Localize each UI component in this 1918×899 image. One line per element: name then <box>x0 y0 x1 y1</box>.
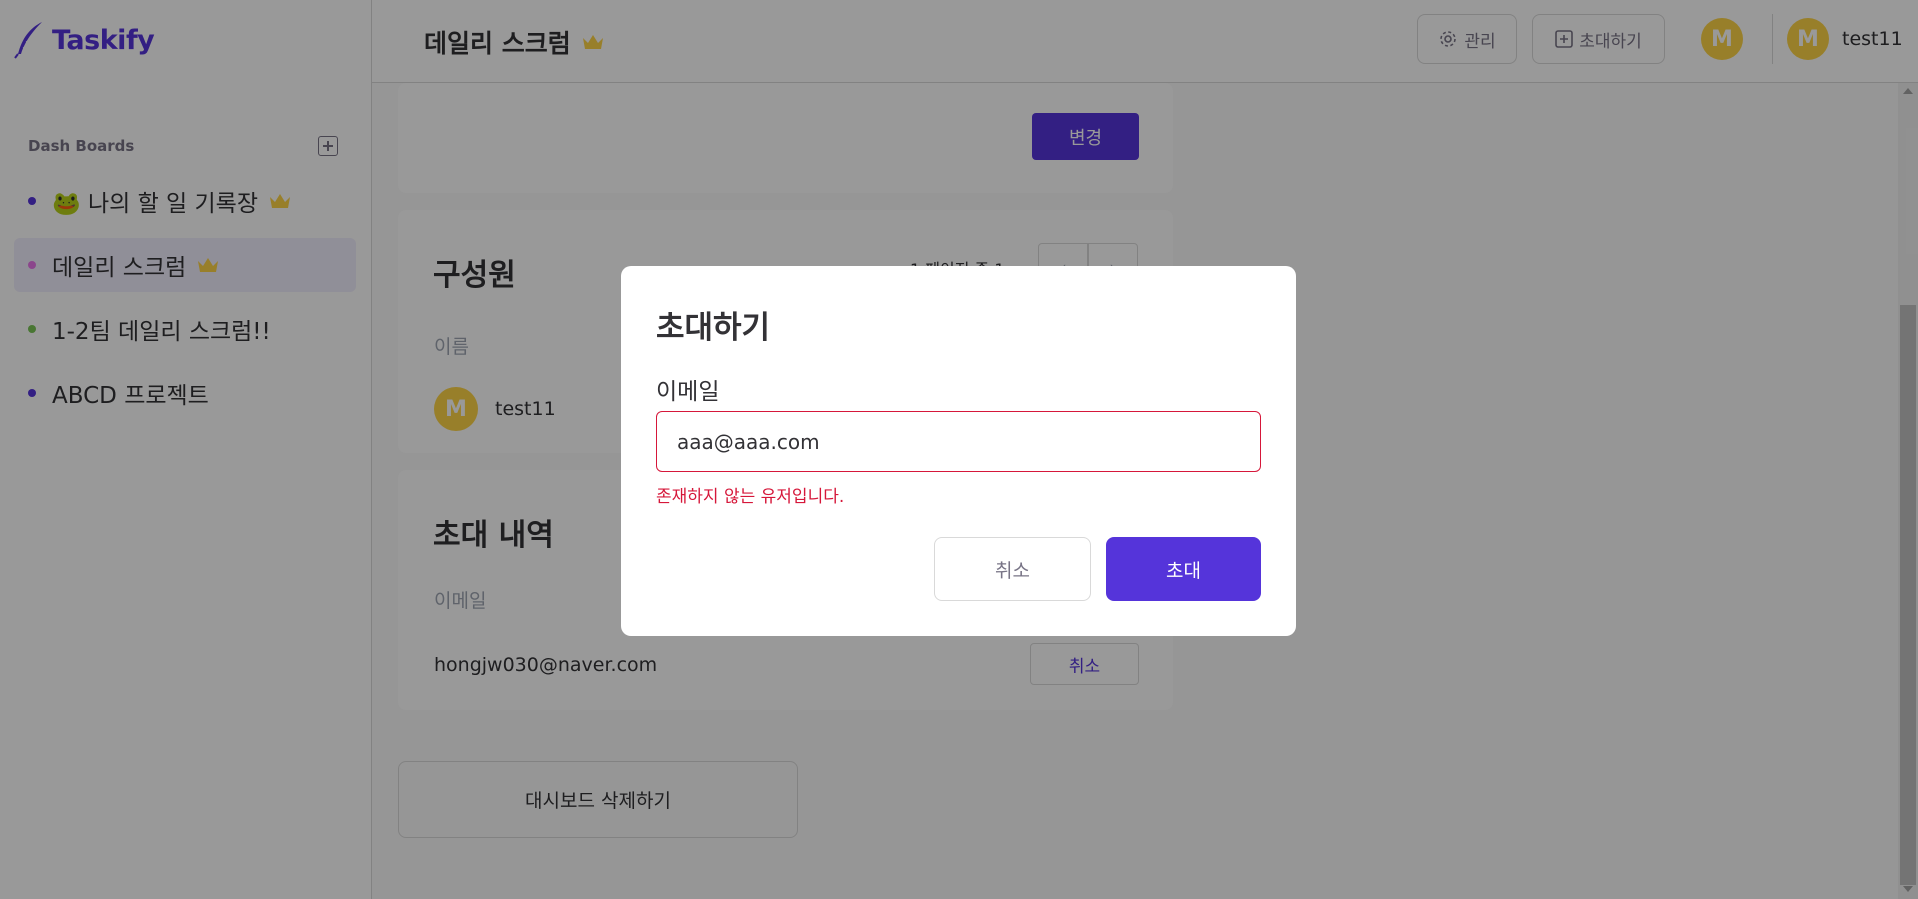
email-label: 이메일 <box>656 379 720 405</box>
email-input[interactable] <box>656 411 1261 472</box>
modal-invite-button[interactable]: 초대 <box>1106 537 1261 601</box>
invite-modal: 초대하기 이메일 존재하지 않는 유저입니다. 취소 초대 <box>621 266 1296 636</box>
modal-title: 초대하기 <box>656 310 771 346</box>
modal-cancel-button[interactable]: 취소 <box>934 537 1091 601</box>
email-error-message: 존재하지 않는 유저입니다. <box>656 487 845 507</box>
